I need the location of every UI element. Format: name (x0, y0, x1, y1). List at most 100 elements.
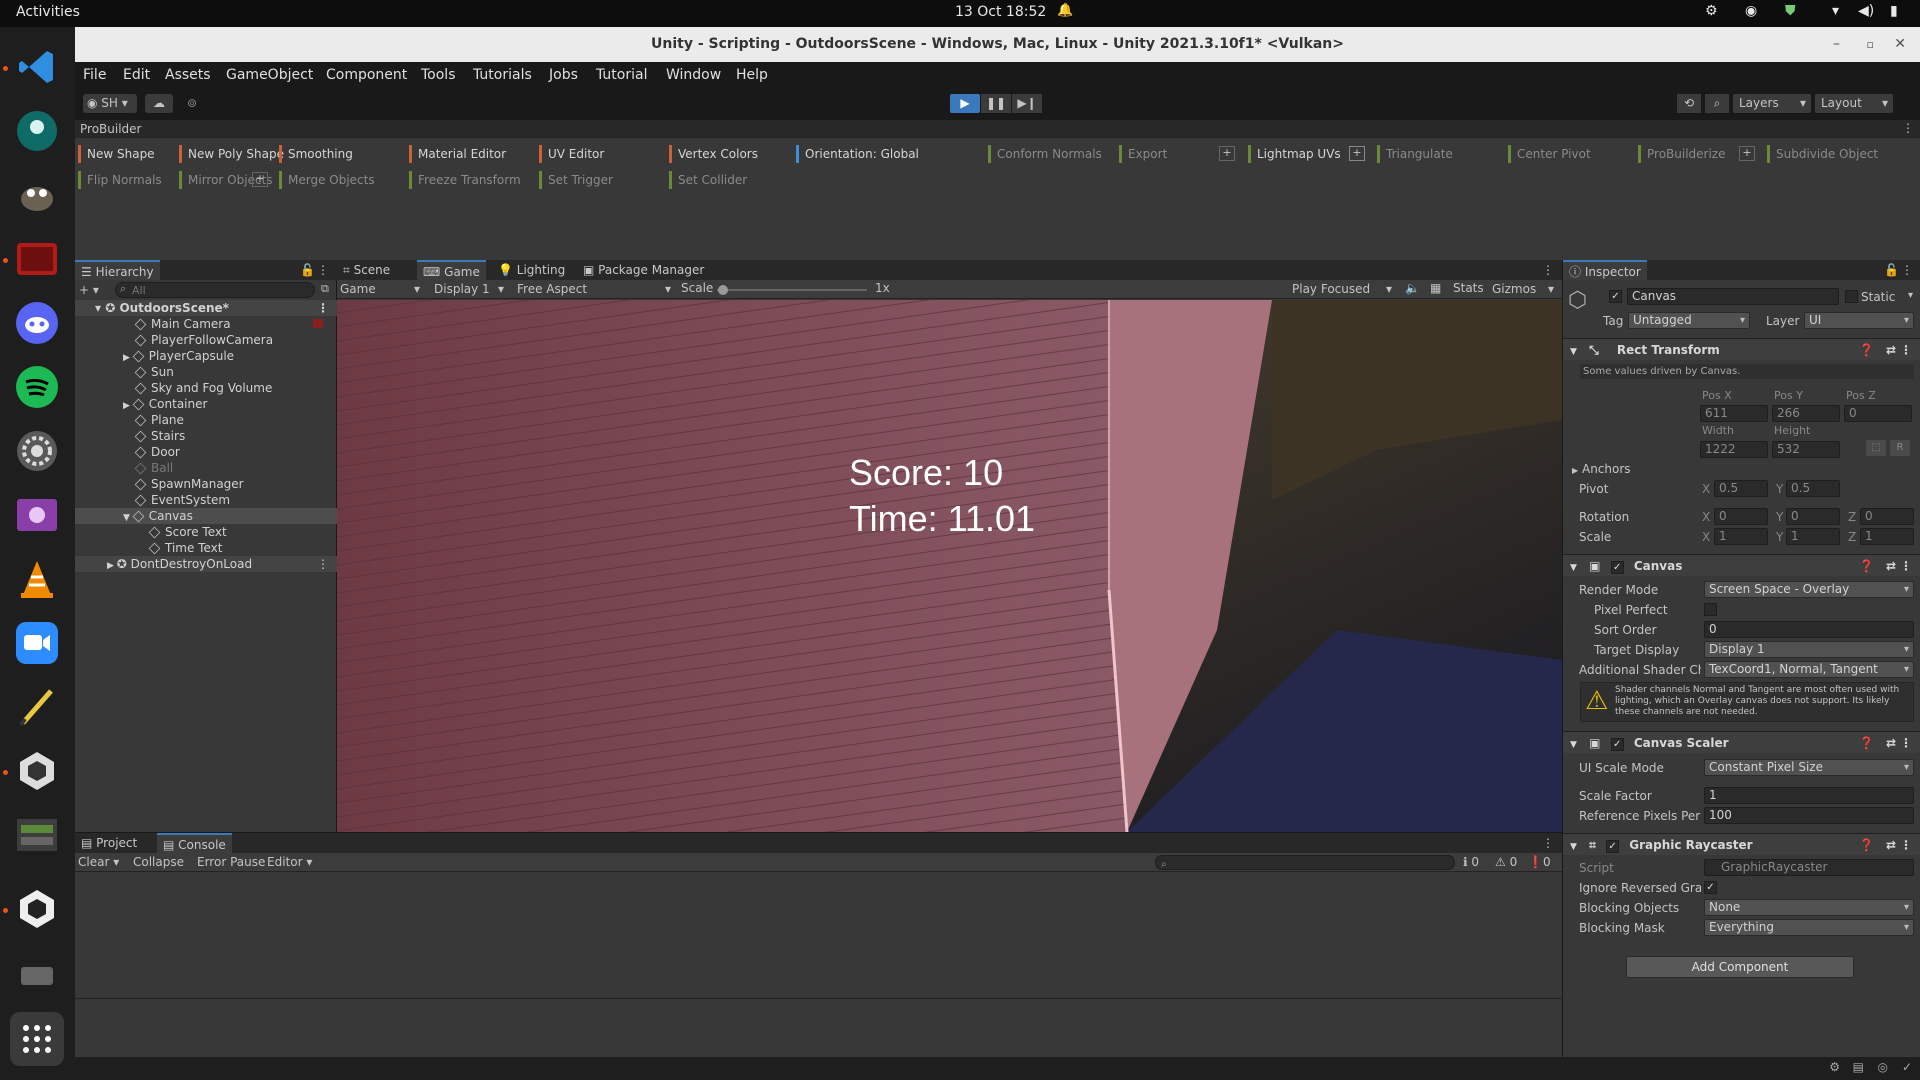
add-object-button[interactable]: + ▾ (79, 282, 105, 298)
unity-hub-icon[interactable] (10, 744, 64, 798)
hierarchy-search-input[interactable] (115, 282, 315, 298)
account-dropdown[interactable]: ◉ SH ▾ (83, 94, 137, 113)
pb-mirror-options[interactable]: + (252, 172, 268, 187)
preset-icon[interactable]: ⇄ (1886, 339, 1896, 361)
video-editor-icon[interactable] (10, 488, 64, 542)
terminal-app-icon[interactable] (10, 232, 64, 286)
menu-gameobject[interactable]: GameObject (226, 67, 313, 83)
preset-icon[interactable]: ⇄ (1886, 732, 1896, 754)
pb-set-trigger[interactable]: Set Trigger (539, 171, 613, 189)
hierarchy-item[interactable]: Door (75, 444, 337, 460)
console-menu-icon[interactable]: ⋮ (1542, 833, 1554, 853)
gimp-icon[interactable] (10, 168, 64, 222)
inkscape-icon[interactable] (10, 680, 64, 734)
blueprint-mode-button[interactable]: ⬚ (1866, 440, 1886, 456)
editor-dropdown[interactable]: Editor ▾ (267, 855, 312, 869)
canvas-scaler-enabled-checkbox[interactable]: ✓ (1610, 738, 1624, 751)
shader-channels-dropdown[interactable]: TexCoord1, Normal, Tangent (1704, 661, 1914, 678)
menu-file[interactable]: File (83, 67, 106, 83)
keyboard-icon[interactable]: ▦ (1430, 281, 1441, 295)
scale-slider-handle[interactable] (718, 285, 728, 295)
volume-icon[interactable]: ◀) (1858, 3, 1874, 19)
raycaster-enabled-checkbox[interactable]: ✓ (1606, 840, 1620, 853)
collapsed-arrow-icon[interactable]: ▶ (123, 401, 133, 411)
pb-smoothing[interactable]: Smoothing (279, 145, 353, 163)
display-dropdown[interactable]: Display 1 ▾ (434, 281, 508, 298)
tab-project[interactable]: ▤ Project (75, 833, 143, 853)
step-button[interactable]: ▶❙ (1012, 94, 1042, 113)
pb-subdivide-object[interactable]: Subdivide Object (1767, 145, 1878, 163)
canvas-component-header[interactable]: ▼ ▣ ✓ Canvas ❓ ⇄ ⋮ (1563, 554, 1920, 576)
vlc-icon[interactable] (10, 552, 64, 606)
raw-edit-button[interactable]: R (1890, 440, 1910, 456)
tab-hierarchy[interactable]: ☰ Hierarchy (75, 260, 160, 280)
tab-lighting[interactable]: 💡 Lighting (492, 260, 571, 280)
hierarchy-item-disabled[interactable]: Ball (75, 460, 337, 476)
menu-tools[interactable]: Tools (421, 67, 456, 83)
pb-probuilderize[interactable]: ProBuilderize (1638, 145, 1726, 163)
component-menu-icon[interactable]: ⋮ (1900, 339, 1912, 361)
target-display-dropdown[interactable]: Display 1 (1704, 641, 1914, 658)
debug-icon[interactable]: ⚙ (1829, 1060, 1840, 1074)
pb-triangulate[interactable]: Triangulate (1377, 145, 1453, 163)
canvas-enabled-checkbox[interactable]: ✓ (1610, 561, 1624, 574)
ui-scale-mode-dropdown[interactable]: Constant Pixel Size (1704, 759, 1914, 776)
menu-component[interactable]: Component (326, 67, 407, 83)
pb-new-shape[interactable]: New Shape (78, 145, 155, 163)
pixel-perfect-checkbox[interactable] (1704, 603, 1717, 616)
pb-probuilderize-options[interactable]: + (1739, 146, 1755, 161)
lock-icon[interactable]: 🔓 (300, 260, 315, 280)
preset-icon[interactable]: ⇄ (1886, 555, 1896, 577)
cloud-icon[interactable]: ☁ (145, 94, 173, 113)
scale-z-field[interactable]: 1 (1860, 528, 1914, 545)
pb-lightmap-uvs[interactable]: Lightmap UVs (1248, 145, 1341, 163)
pb-conform-normals[interactable]: Conform Normals (988, 145, 1102, 163)
scale-y-field[interactable]: 1 (1786, 528, 1840, 545)
static-checkbox[interactable] (1845, 290, 1858, 303)
gitkraken-icon[interactable] (10, 104, 64, 158)
hierarchy-item[interactable]: Plane (75, 412, 337, 428)
help-icon[interactable]: ❓ (1859, 732, 1874, 754)
render-mode-dropdown[interactable]: Screen Space - Overlay (1704, 581, 1914, 598)
activities-button[interactable]: Activities (16, 4, 80, 20)
collapsed-arrow-icon[interactable]: ▶ (123, 353, 133, 363)
width-field[interactable]: 1222 (1700, 441, 1768, 458)
sort-order-field[interactable]: 0 (1704, 621, 1914, 638)
error-count-badge[interactable]: ❗0 (1528, 855, 1551, 869)
pb-export[interactable]: Export (1119, 145, 1167, 163)
hierarchy-item[interactable]: EventSystem (75, 492, 337, 508)
checkmark-icon[interactable]: ✓ (1902, 1060, 1912, 1074)
help-icon[interactable]: ❓ (1859, 834, 1874, 856)
component-menu-icon[interactable]: ⋮ (1900, 732, 1912, 754)
game-viewport[interactable]: Score: 10 Time: 11.01 (337, 300, 1562, 832)
scene-row[interactable]: ▾ ✪ OutdoorsScene* ⋮ (75, 300, 337, 316)
collapsed-arrow-icon[interactable]: ▶ (107, 561, 117, 571)
ddol-row[interactable]: ▶ ✪ DontDestroyOnLoad ⋮ (75, 556, 337, 572)
pivot-x-field[interactable]: 0.5 (1714, 480, 1768, 497)
pos-y-field[interactable]: 266 (1772, 405, 1840, 422)
tab-scene[interactable]: ⌗ Scene (337, 260, 396, 280)
window-title-bar[interactable]: Unity - Scripting - OutdoorsScene - Wind… (75, 27, 1920, 62)
unity-editor-icon[interactable] (10, 882, 64, 936)
pb-merge-objects[interactable]: Merge Objects (279, 171, 375, 189)
pause-button[interactable]: ❚❚ (981, 94, 1011, 113)
minimize-icon[interactable]: – (1833, 27, 1840, 62)
foldout-arrow-icon[interactable]: ▼ (1563, 842, 1577, 852)
hierarchy-item[interactable]: Main Camera (75, 316, 337, 332)
discord-icon[interactable] (10, 296, 64, 350)
hierarchy-item[interactable]: Sun (75, 364, 337, 380)
menu-help[interactable]: Help (736, 67, 768, 83)
layout-dropdown[interactable]: Layout ▾ (1815, 94, 1893, 113)
drive-icon[interactable] (10, 946, 64, 1000)
pb-flip-normals[interactable]: Flip Normals (78, 171, 162, 189)
pb-orientation[interactable]: Orientation: Global (796, 145, 919, 163)
history-icon[interactable]: ⟲ (1677, 94, 1701, 113)
hierarchy-item[interactable]: Sky and Fog Volume (75, 380, 337, 396)
spotify-icon[interactable] (10, 360, 64, 414)
game-view-menu-icon[interactable]: ⋮ (1542, 260, 1554, 280)
blocking-mask-dropdown[interactable]: Everything (1704, 919, 1914, 936)
object-name-input[interactable]: Canvas (1627, 288, 1839, 305)
anchors-foldout[interactable]: ▶ Anchors (1572, 462, 1631, 476)
foldout-arrow-icon[interactable]: ▼ (1563, 347, 1577, 357)
foldout-arrow-icon[interactable]: ▼ (1563, 563, 1577, 573)
